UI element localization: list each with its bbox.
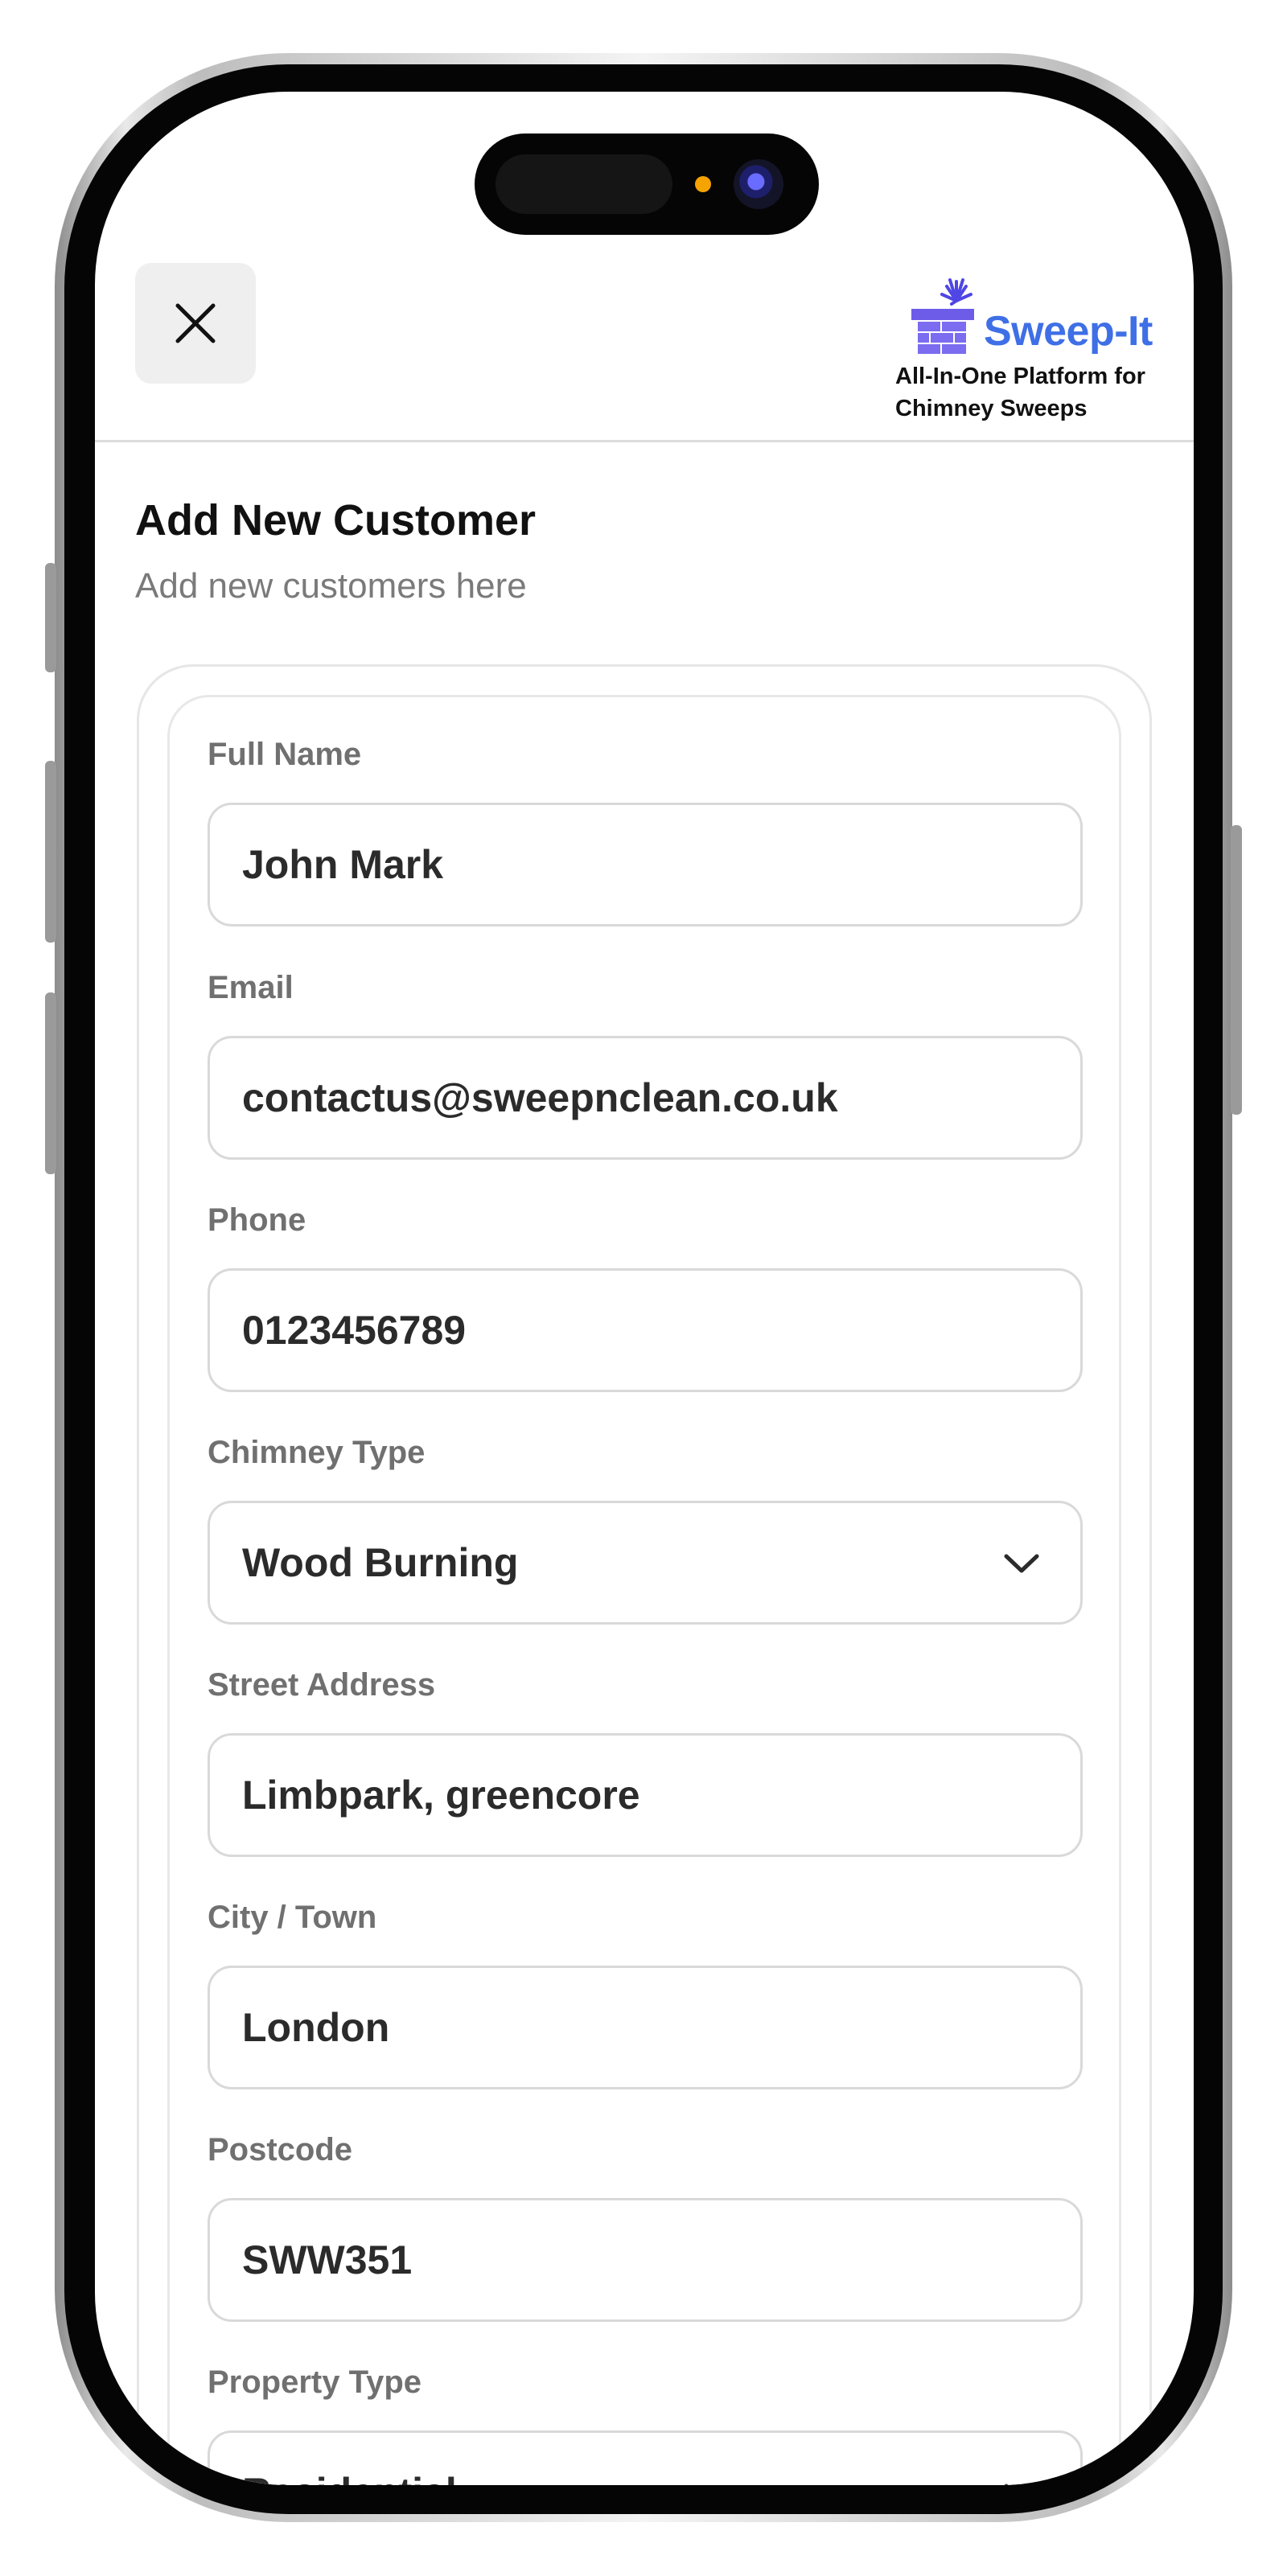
chimney-type-label: Chimney Type [208, 1435, 426, 1470]
street-address-label: Street Address [208, 1667, 436, 1703]
chimney-type-select[interactable]: Wood Burning [208, 1501, 1083, 1625]
city-value: London [242, 2005, 390, 2050]
property-type-label: Property Type [208, 2364, 421, 2400]
privacy-indicator-dot [695, 176, 711, 192]
brand-logo: Sweep-It All-In-One Platform for Chimney… [895, 277, 1185, 429]
island-sensor [495, 154, 672, 214]
postcode-label: Postcode [208, 2132, 353, 2167]
email-label: Email [208, 970, 294, 1005]
chevron-down-icon [1004, 2484, 1039, 2485]
dynamic-island [475, 134, 819, 235]
property-type-select[interactable]: Residential [208, 2430, 1083, 2485]
action-button [45, 563, 56, 672]
brand-tagline: All-In-One Platform for Chimney Sweeps [895, 360, 1185, 425]
header-divider [95, 440, 1194, 442]
front-camera [734, 159, 783, 209]
street-address-value: Limbpark, greencore [242, 1773, 640, 1818]
power-button [1231, 825, 1242, 1115]
brand-tagline-line2: Chimney Sweeps [895, 396, 1088, 421]
property-type-value: Residential [210, 2469, 457, 2485]
brand-tagline-line1: All-In-One Platform for [895, 364, 1145, 389]
full-name-value: John Mark [242, 842, 444, 887]
email-field[interactable]: contactus@sweepnclean.co.uk [208, 1036, 1083, 1160]
city-label: City / Town [208, 1900, 377, 1935]
brand-name: Sweep-It [984, 308, 1153, 355]
close-button[interactable] [135, 263, 256, 384]
volume-down-button [45, 992, 56, 1174]
close-icon [175, 303, 216, 343]
street-address-field[interactable]: Limbpark, greencore [208, 1733, 1083, 1857]
phone-field[interactable]: 0123456789 [208, 1268, 1083, 1392]
postcode-value: SWW351 [242, 2237, 413, 2282]
page-subtitle: Add new customers here [135, 566, 527, 606]
email-value: contactus@sweepnclean.co.uk [242, 1075, 838, 1120]
full-name-label: Full Name [208, 737, 362, 772]
postcode-field[interactable]: SWW351 [208, 2198, 1083, 2322]
volume-up-button [45, 761, 56, 943]
full-name-field[interactable]: John Mark [208, 803, 1083, 926]
page-title: Add New Customer [135, 496, 537, 544]
phone-label: Phone [208, 1202, 306, 1238]
phone-value: 0123456789 [242, 1308, 467, 1353]
city-field[interactable]: London [208, 1966, 1083, 2089]
chimney-brush-icon [911, 278, 974, 354]
phone-screen: Sweep-It All-In-One Platform for Chimney… [95, 92, 1194, 2485]
chevron-down-icon [1004, 1554, 1039, 1573]
chimney-type-value: Wood Burning [242, 1540, 519, 1585]
